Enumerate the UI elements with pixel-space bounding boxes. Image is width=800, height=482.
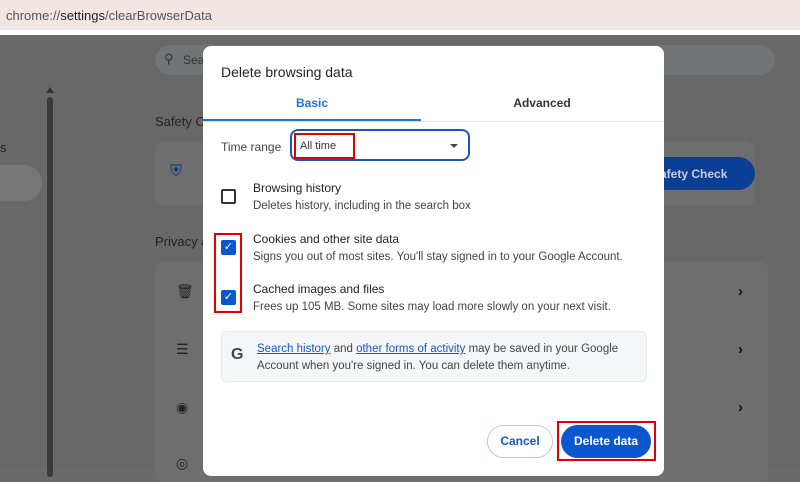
delete-browsing-data-dialog: Delete browsing data Basic Advanced Time… (203, 46, 664, 476)
browsing-history-option[interactable]: Browsing history Deletes history, includi… (253, 181, 471, 212)
google-icon: G (231, 346, 244, 363)
dialog-title: Delete browsing data (221, 64, 353, 80)
search-history-link[interactable]: Search history (257, 343, 331, 355)
time-range-label: Time range (221, 140, 282, 154)
active-tab-indicator (203, 119, 421, 121)
sidebar-selected-item[interactable] (0, 165, 42, 201)
security-icon: ◎ (176, 455, 189, 471)
browsing-history-checkbox[interactable] (221, 189, 236, 204)
highlight-box (214, 233, 242, 313)
info-text: and (330, 343, 357, 355)
search-icon: ⚲ (164, 51, 174, 66)
url-host: settings (60, 8, 105, 23)
option-desc: Frees up 105 MB. Some sites may load mor… (253, 301, 611, 313)
address-bar[interactable]: chrome://settings/clearBrowserData (0, 0, 800, 30)
option-desc: Deletes history, including in the search… (253, 200, 471, 212)
shield-icon: ⛨ (170, 163, 183, 180)
cookies-option[interactable]: Cookies and other site data Signs you out… (253, 232, 623, 263)
cookie-icon: ◉ (176, 399, 189, 415)
highlight-box (294, 133, 355, 159)
tab-divider (203, 121, 664, 122)
tab-advanced[interactable]: Advanced (433, 96, 651, 110)
dropdown-arrow-icon (450, 144, 458, 148)
sidebar-text: s (0, 140, 7, 155)
other-activity-link[interactable]: other forms of activity (356, 343, 465, 355)
privacy-heading: Privacy a (155, 234, 209, 249)
google-account-info: G Search history and other forms of acti… (221, 331, 647, 382)
url-path: /clearBrowserData (105, 8, 212, 23)
option-title: Cached images and files (253, 282, 385, 296)
chevron-right-icon[interactable]: › (738, 399, 743, 416)
scrollbar[interactable] (47, 97, 53, 477)
url-scheme: chrome:// (6, 8, 61, 23)
trash-icon: 🗑 (176, 283, 194, 299)
option-desc: Signs you out of most sites. You'll stay… (253, 251, 623, 263)
tune-icon: ☰ (176, 341, 189, 357)
cancel-button[interactable]: Cancel (487, 425, 553, 458)
option-title: Cookies and other site data (253, 232, 400, 246)
highlight-box (557, 421, 656, 461)
option-title: Browsing history (253, 181, 342, 195)
scroll-up-arrow[interactable] (46, 87, 54, 93)
chevron-right-icon[interactable]: › (738, 283, 743, 300)
cache-option[interactable]: Cached images and files Frees up 105 MB. … (253, 282, 611, 313)
tab-basic[interactable]: Basic (203, 96, 421, 110)
chevron-right-icon[interactable]: › (738, 341, 743, 358)
safety-heading: Safety C (155, 114, 205, 129)
